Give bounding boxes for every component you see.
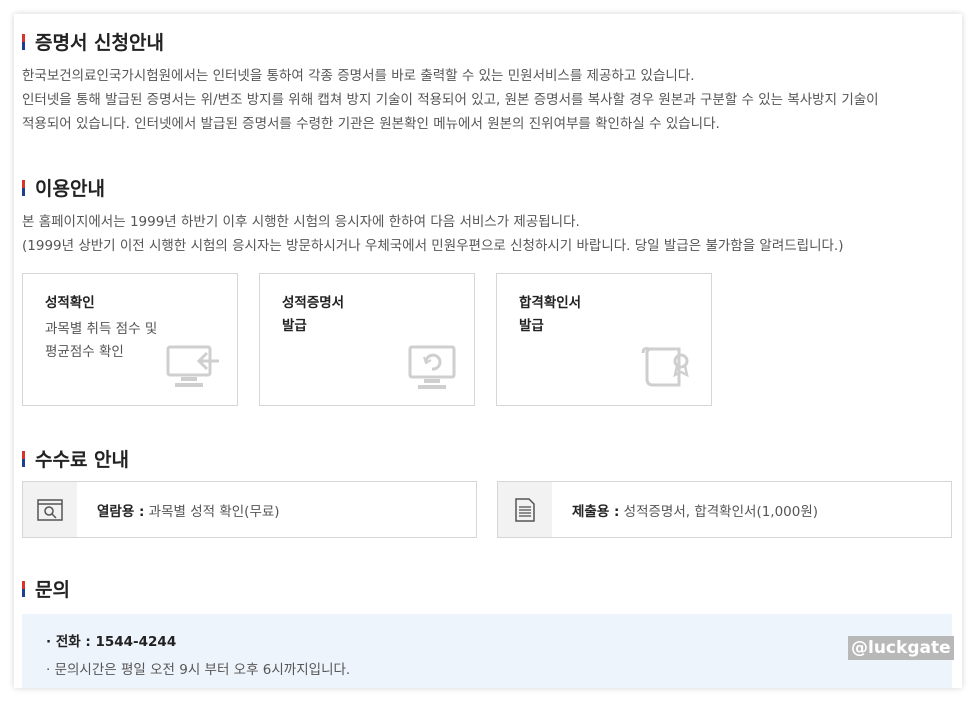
fee-label: 열람용 : [97,504,145,520]
usage-paragraph: 본 홈페이지에서는 1999년 하반기 이후 시행한 시험의 응시자에 한하여 … [22,210,952,258]
service-desc-line: 평균점수 확인 [45,344,124,360]
section-title-text: 수수료 안내 [35,449,130,471]
service-desc: 과목별 취득 점수 및 평균점수 확인 [45,318,157,364]
content-card: 증명서 신청안내 한국보건의료인국가시험원에서는 인터넷을 통하여 각종 증명서… [14,14,962,688]
browser-search-icon [37,498,63,521]
fee-text: 제출용 : 성적증명서, 합격확인서(1,000원) [572,500,818,520]
service-title-line: 성적확인 [45,295,95,311]
title-accent-bar [22,179,25,196]
title-accent-bar [22,33,25,50]
service-score-check[interactable]: 성적확인 과목별 취득 점수 및 평균점수 확인 [22,273,238,406]
intro-paragraph: 한국보건의료인국가시험원에서는 인터넷을 통하여 각종 증명서를 바로 출력할 … [22,64,952,136]
fee-icon-box [23,482,77,537]
fee-label: 제출용 : [572,504,620,520]
fee-submission: 제출용 : 성적증명서, 합격확인서(1,000원) [497,481,952,538]
section-title-text: 이용안내 [35,178,105,200]
section-title-text: 문의 [35,579,70,601]
usage-line: (1999년 상반기 이전 시행한 시험의 응시자는 방문하시거나 우체국에서 … [22,238,844,254]
section-title-usage: 이용안내 [22,174,105,201]
title-accent-bar [22,580,25,597]
section-title-text: 증명서 신청안내 [35,32,164,54]
title-accent-bar [22,450,25,467]
document-icon [515,497,535,522]
fee-text: 열람용 : 과목별 성적 확인(무료) [97,500,280,520]
fee-value: 성적증명서, 합격확인서(1,000원) [623,504,819,520]
section-title-contact: 문의 [22,575,70,602]
fee-viewing: 열람용 : 과목별 성적 확인(무료) [22,481,477,538]
fee-icon-box [498,482,552,537]
contact-phone: · 전화 : 1544-4244 [46,634,177,650]
watermark: @luckgate [848,636,954,660]
service-title: 합격확인서 발급 [519,292,581,338]
certificate-scroll-icon [641,347,689,387]
intro-line: 인터넷을 통해 발급된 증명서는 위/변조 방지를 위해 캡쳐 방지 기술이 적… [22,92,879,108]
monitor-refresh-icon [408,345,456,389]
contact-hours: · 문의시간은 평일 오전 9시 부터 오후 6시까지입니다. [46,662,351,678]
contact-box: · 전화 : 1544-4244 · 문의시간은 평일 오전 9시 부터 오후 … [22,614,954,688]
service-title-line: 발급 [519,318,544,334]
service-score-certificate[interactable]: 성적증명서 발급 [259,273,475,406]
usage-line: 본 홈페이지에서는 1999년 하반기 이후 시행한 시험의 응시자에 한하여 … [22,214,580,230]
section-title-certificate-guide: 증명서 신청안내 [22,28,164,55]
service-title: 성적확인 [45,292,95,315]
monitor-arrow-icon [166,345,219,387]
section-title-fees: 수수료 안내 [22,445,129,472]
service-desc-line: 과목별 취득 점수 및 [45,321,158,337]
service-title: 성적증명서 발급 [282,292,344,338]
intro-line: 적용되어 있습니다. 인터넷에서 발급된 증명서를 수령한 기관은 원본확인 메… [22,116,720,132]
intro-line: 한국보건의료인국가시험원에서는 인터넷을 통하여 각종 증명서를 바로 출력할 … [22,68,695,84]
service-title-line: 합격확인서 [519,295,582,311]
service-title-line: 발급 [282,318,307,334]
service-pass-certificate[interactable]: 합격확인서 발급 [496,273,712,406]
service-title-line: 성적증명서 [282,295,345,311]
fee-value: 과목별 성적 확인(무료) [148,504,280,520]
